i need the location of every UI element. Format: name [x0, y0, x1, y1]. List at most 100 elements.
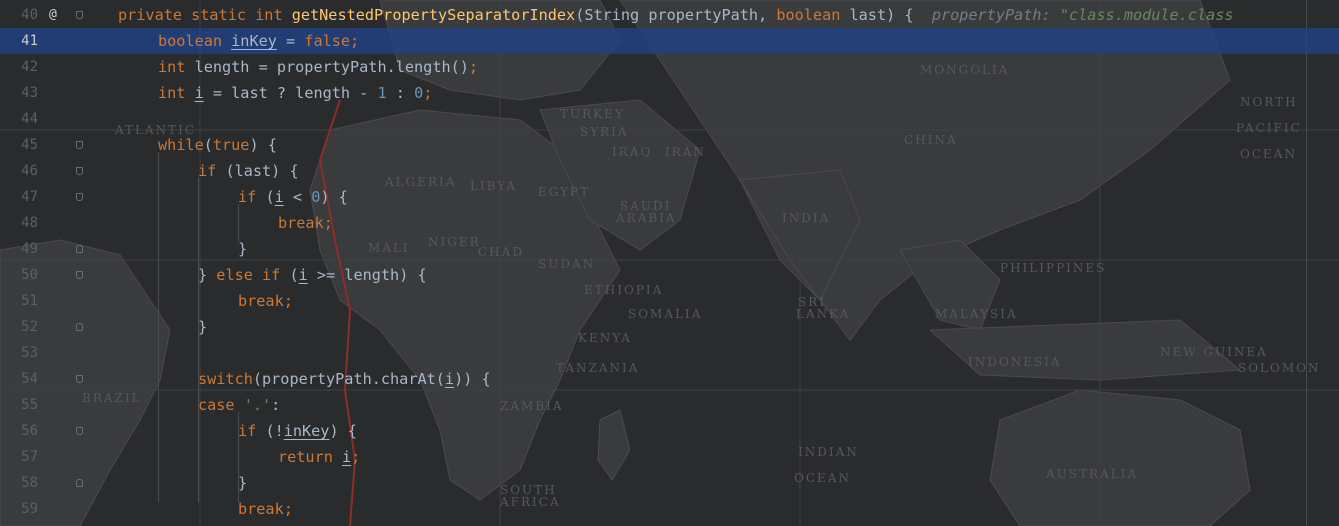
code-text[interactable]: } else if (i >= length) {	[198, 262, 427, 288]
line-number[interactable]: 53	[0, 340, 38, 366]
line-number[interactable]: 46	[0, 158, 38, 184]
code-text[interactable]: }	[238, 236, 247, 262]
code-line[interactable]: 55 case '.':	[0, 392, 1339, 418]
override-gutter-icon[interactable]: @	[49, 2, 57, 28]
code-token: getNestedPropertySeparatorIndex	[291, 6, 576, 24]
code-token: = last ? length -	[203, 84, 378, 102]
code-token: else if	[216, 266, 290, 284]
code-text[interactable]: int length = propertyPath.length();	[158, 54, 478, 80]
code-text[interactable]: break;	[278, 210, 333, 236]
line-number[interactable]: 47	[0, 184, 38, 210]
code-line[interactable]: 51 break;	[0, 288, 1339, 314]
code-text[interactable]: boolean inKey = false;	[158, 28, 359, 54]
code-line[interactable]: 49}	[0, 236, 1339, 262]
code-line[interactable]: 58}	[0, 470, 1339, 496]
code-token: }	[238, 240, 248, 258]
code-token: length = propertyPath.length()	[194, 58, 469, 76]
code-text[interactable]: if (last) {	[198, 158, 299, 184]
code-token: }	[238, 474, 248, 492]
code-token: (last) {	[225, 162, 299, 180]
line-number[interactable]: 44	[0, 106, 38, 132]
code-line[interactable]: 45 while(true) {	[0, 132, 1339, 158]
code-text[interactable]: break;	[238, 496, 293, 522]
line-number[interactable]: 54	[0, 366, 38, 392]
code-line[interactable]: 42 int length = propertyPath.length();	[0, 54, 1339, 80]
line-number[interactable]: 43	[0, 80, 38, 106]
fold-expanded-icon[interactable]	[76, 141, 83, 149]
line-number[interactable]: 58	[0, 470, 38, 496]
fold-expanded-icon[interactable]	[76, 11, 83, 19]
code-token: (	[265, 188, 275, 206]
line-number[interactable]: 59	[0, 496, 38, 522]
code-text[interactable]: case '.':	[198, 392, 280, 418]
code-token: break;	[278, 214, 333, 232]
code-line[interactable]: 52}	[0, 314, 1339, 340]
fold-expanded-icon[interactable]	[76, 167, 83, 175]
line-number[interactable]: 51	[0, 288, 38, 314]
code-token: (	[289, 266, 299, 284]
code-text[interactable]: }	[198, 314, 207, 340]
code-text[interactable]: while(true) {	[158, 132, 277, 158]
code-line[interactable]: 47 if (i < 0) {	[0, 184, 1339, 210]
current-code-line[interactable]: 41 boolean inKey = false;	[0, 28, 1339, 54]
code-token: i	[342, 448, 352, 466]
line-number[interactable]: 56	[0, 418, 38, 444]
code-token: case	[198, 396, 244, 414]
fold-expanded-icon[interactable]	[76, 271, 83, 279]
fold-end-icon[interactable]	[76, 479, 83, 487]
code-token: private static int	[118, 6, 292, 24]
fold-expanded-icon[interactable]	[76, 427, 83, 435]
line-number[interactable]: 52	[0, 314, 38, 340]
line-number[interactable]: 40	[0, 2, 38, 28]
code-editor[interactable]: 40 @ private static int getNestedPropertyS…	[0, 0, 1339, 526]
line-number[interactable]: 50	[0, 262, 38, 288]
code-line[interactable]: 54 switch(propertyPath.charAt(i)) {	[0, 366, 1339, 392]
fold-expanded-icon[interactable]	[76, 193, 83, 201]
code-line[interactable]: 46 if (last) {	[0, 158, 1339, 184]
line-number[interactable]: 41	[0, 28, 38, 54]
code-token: <	[283, 188, 312, 206]
line-number[interactable]: 42	[0, 54, 38, 80]
code-text[interactable]: if (!inKey) {	[238, 418, 357, 444]
code-line[interactable]: 59 break;	[0, 496, 1339, 522]
code-line[interactable]: 50 } else if (i >= length) {	[0, 262, 1339, 288]
fold-end-icon[interactable]	[76, 323, 83, 331]
code-line[interactable]: 53	[0, 340, 1339, 366]
code-text[interactable]: return i;	[278, 444, 360, 470]
code-token: ) {	[320, 188, 348, 206]
code-line[interactable]: 48 break;	[0, 210, 1339, 236]
fold-expanded-icon[interactable]	[76, 375, 83, 383]
code-line[interactable]: 57 return i;	[0, 444, 1339, 470]
code-line[interactable]: 56 if (!inKey) {	[0, 418, 1339, 444]
code-text[interactable]: break;	[238, 288, 293, 314]
code-token: (propertyPath.charAt(	[252, 370, 445, 388]
code-text[interactable]: if (i < 0) {	[238, 184, 348, 210]
line-number[interactable]: 45	[0, 132, 38, 158]
line-number[interactable]: 57	[0, 444, 38, 470]
code-line[interactable]: 44	[0, 106, 1339, 132]
code-token: =	[276, 32, 305, 50]
fold-end-icon[interactable]	[76, 245, 83, 253]
line-number[interactable]: 49	[0, 236, 38, 262]
code-token: 1	[377, 84, 387, 102]
code-token: )) {	[454, 370, 491, 388]
code-text[interactable]: int i = last ? length - 1 : 0;	[158, 80, 432, 106]
code-text[interactable]: private static int getNestedPropertySepa…	[118, 2, 1234, 28]
code-line[interactable]: 40 @ private static int getNestedPropertyS…	[0, 2, 1339, 28]
indent-guide	[238, 204, 239, 242]
code-text[interactable]: }	[238, 470, 247, 496]
code-text[interactable]: switch(propertyPath.charAt(i)) {	[198, 366, 491, 392]
line-number[interactable]: 55	[0, 392, 38, 418]
code-token: (String propertyPath,	[575, 6, 777, 24]
code-token: return	[278, 448, 343, 466]
code-token: i	[274, 188, 284, 206]
code-line[interactable]: 43 int i = last ? length - 1 : 0;	[0, 80, 1339, 106]
indent-guide	[238, 412, 239, 502]
line-number[interactable]: 48	[0, 210, 38, 236]
code-token: propertyPath:	[931, 6, 1060, 24]
code-token: inKey	[231, 32, 277, 50]
code-token: ) {	[329, 422, 357, 440]
code-token: }	[198, 266, 217, 284]
code-token: ;	[350, 32, 360, 50]
code-token: if	[198, 162, 226, 180]
